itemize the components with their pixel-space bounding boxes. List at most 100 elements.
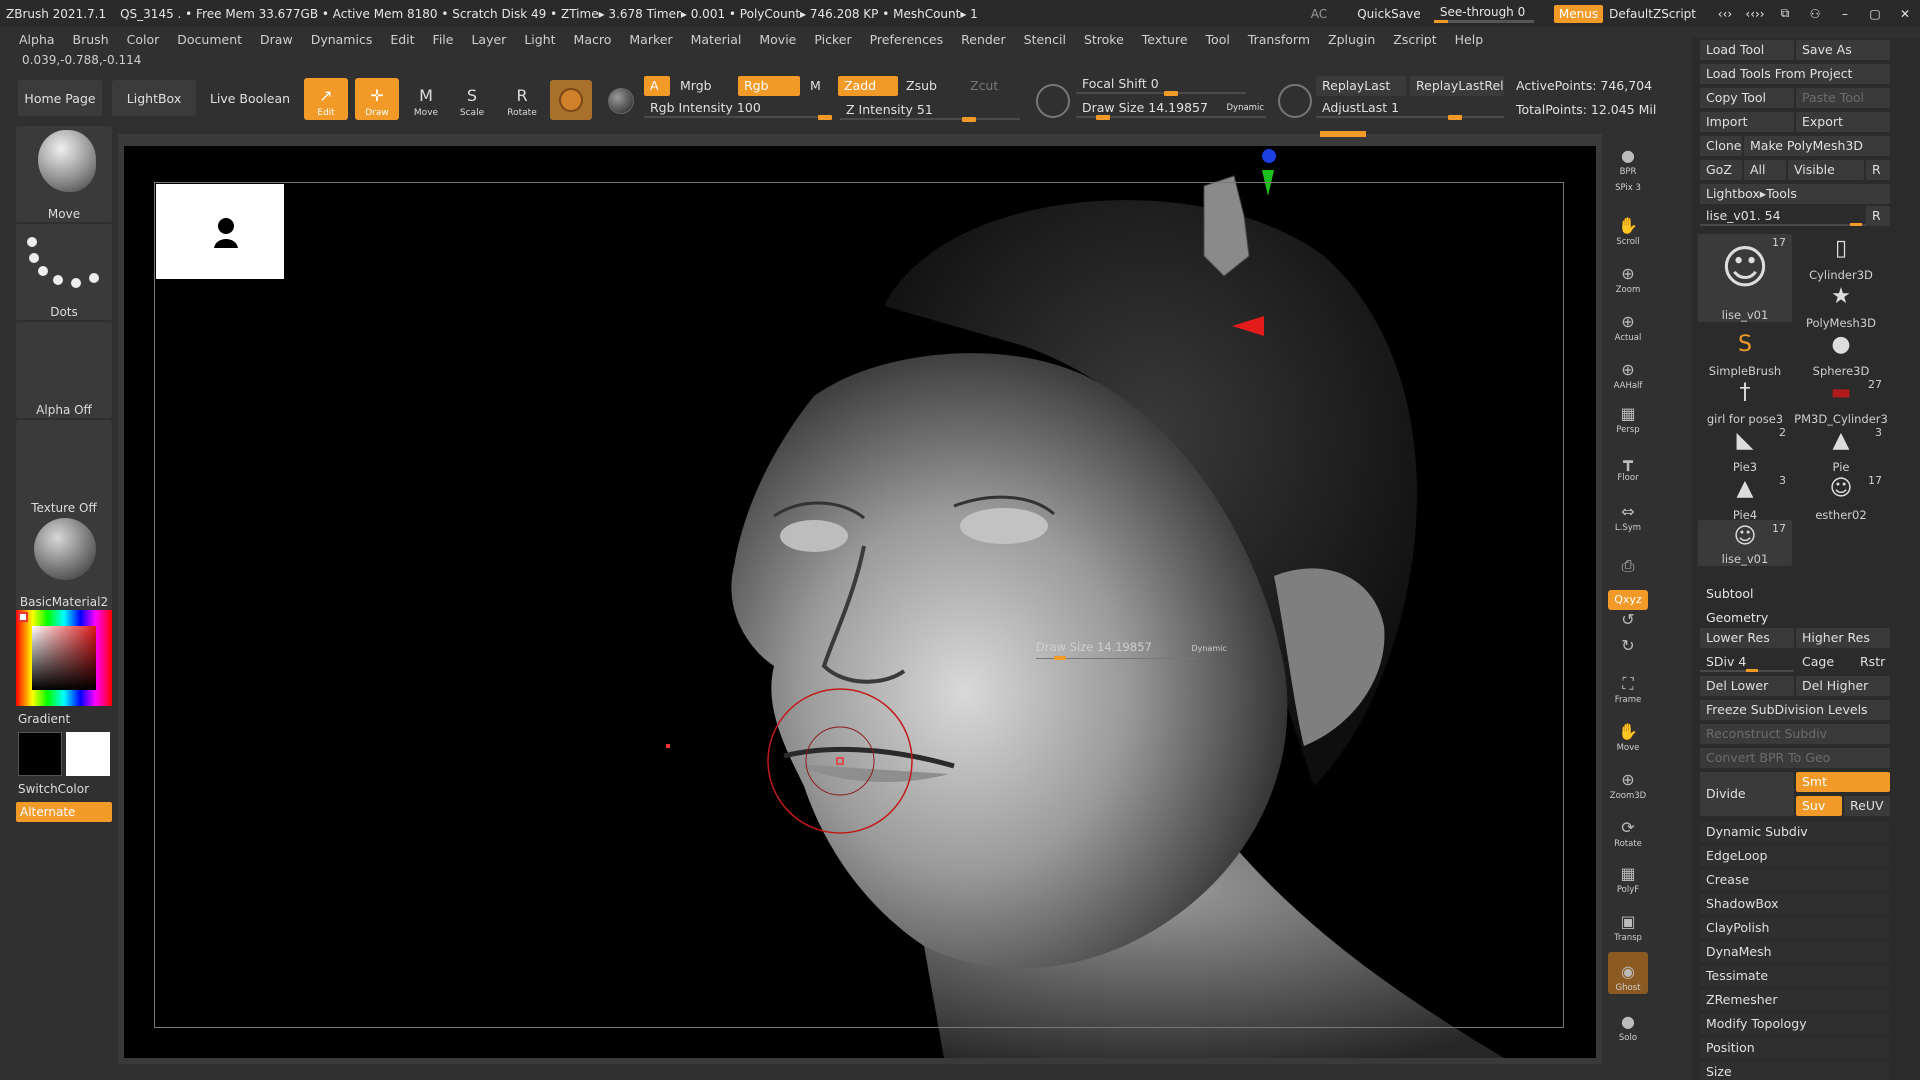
claypolish-section[interactable]: ClayPolish — [1700, 918, 1890, 938]
switch-color-button[interactable]: SwitchColor — [18, 782, 89, 796]
material-swatch-button[interactable] — [550, 80, 592, 120]
lazy-circle-icon[interactable] — [1278, 84, 1312, 118]
zcut-toggle[interactable]: Zcut — [964, 76, 1024, 96]
goz-visible-button[interactable]: Visible — [1788, 160, 1864, 180]
polyf-button[interactable]: ▦ PolyF — [1608, 854, 1648, 896]
reuv-button[interactable]: ReUV — [1844, 796, 1890, 816]
floor-button[interactable]: ┳ Floor — [1608, 442, 1648, 484]
export-button[interactable]: Export — [1796, 112, 1890, 132]
paste-tool-button[interactable]: Paste Tool — [1796, 88, 1890, 108]
current-tool-slider[interactable]: lise_v01. 54 — [1700, 206, 1866, 226]
menu-zscript[interactable]: Zscript — [1393, 32, 1436, 47]
aahalf-button[interactable]: ⊕ AAHalf — [1608, 350, 1648, 392]
lightbox-tools-button[interactable]: Lightbox▸Tools — [1700, 184, 1890, 204]
color-picker[interactable] — [16, 610, 112, 706]
solo-button[interactable]: ● Solo — [1608, 1002, 1648, 1044]
cage-button[interactable]: Cage — [1796, 652, 1852, 672]
ghost-button[interactable]: ◉ Ghost — [1608, 952, 1648, 994]
tool-item[interactable]: 3 ▲ Pie4 — [1698, 472, 1792, 522]
draw-size-slider[interactable]: Draw Size 14.19857 Dynamic — [1076, 98, 1266, 120]
freeze-subdiv-button[interactable]: Freeze SubDivision Levels — [1700, 700, 1890, 720]
navigation-thumbnail[interactable] — [156, 184, 284, 279]
menu-movie[interactable]: Movie — [759, 32, 796, 47]
menu-preferences[interactable]: Preferences — [870, 32, 944, 47]
rgb-intensity-slider[interactable]: Rgb Intensity 100 — [644, 98, 832, 120]
live-boolean-button[interactable]: Live Boolean — [206, 80, 294, 116]
tessimate-section[interactable]: Tessimate — [1700, 966, 1890, 986]
canvas-scroll-knob[interactable] — [1320, 131, 1366, 137]
position-section[interactable]: Position — [1700, 1038, 1890, 1058]
focal-shift-circle-icon[interactable] — [1036, 84, 1070, 118]
menu-layer[interactable]: Layer — [471, 32, 506, 47]
tool-item[interactable]: 2 ◣ Pie3 — [1698, 424, 1792, 474]
tool-item[interactable]: 17 ☺ esther02 — [1794, 472, 1888, 522]
menu-picker[interactable]: Picker — [814, 32, 851, 47]
tool-item[interactable]: 27 ▬ PM3D_Cylinder3 — [1794, 376, 1888, 426]
rgb-toggle[interactable]: Rgb — [738, 76, 800, 96]
make-polymesh-button[interactable]: Make PolyMesh3D — [1744, 136, 1890, 156]
move-button[interactable]: M Move — [404, 78, 448, 120]
floating-draw-size-slider[interactable]: Draw Size 14.19857 Dynamic — [1036, 640, 1227, 660]
tool-item[interactable]: S SimpleBrush — [1698, 328, 1792, 378]
maximize-icon[interactable]: ▢ — [1860, 7, 1890, 21]
ac-button[interactable]: AC — [1294, 7, 1344, 21]
color-swatch-button[interactable] — [600, 80, 642, 120]
primary-color-swatch[interactable] — [66, 732, 110, 776]
scroll-button[interactable]: ✋ Scroll — [1608, 206, 1648, 248]
modify-topology-section[interactable]: Modify Topology — [1700, 1014, 1890, 1034]
z-intensity-slider[interactable]: Z Intensity 51 — [840, 100, 1020, 122]
convert-bpr-button[interactable]: Convert BPR To Geo — [1700, 748, 1890, 768]
zremesher-section[interactable]: ZRemesher — [1700, 990, 1890, 1010]
edgeloop-section[interactable]: EdgeLoop — [1700, 846, 1890, 866]
menu-macro[interactable]: Macro — [574, 32, 612, 47]
geometry-header[interactable]: Geometry — [1706, 610, 1768, 625]
clone-button[interactable]: Clone — [1700, 136, 1742, 156]
frame-button[interactable]: ⛶ Frame — [1608, 664, 1648, 706]
rotate-cw-button[interactable]: ↻ — [1608, 628, 1648, 658]
texture-slot[interactable]: Texture Off — [16, 420, 112, 516]
zoom3d-button[interactable]: ⊕ Zoom3D — [1608, 760, 1648, 802]
tool-item[interactable]: ● Sphere3D — [1794, 328, 1888, 378]
tool-item[interactable]: 17 ☺ lise_v01 — [1698, 520, 1792, 566]
layout-prev-icon[interactable]: ‹‹› — [1710, 7, 1740, 21]
saturation-value-square[interactable] — [32, 626, 96, 690]
lower-res-button[interactable]: Lower Res — [1700, 628, 1794, 648]
focal-shift-slider[interactable]: Focal Shift 0 — [1076, 74, 1246, 96]
del-lower-button[interactable]: Del Lower — [1700, 676, 1794, 696]
menu-help[interactable]: Help — [1455, 32, 1484, 47]
stroke-slot[interactable]: Dots — [16, 224, 112, 320]
shadowbox-section[interactable]: ShadowBox — [1700, 894, 1890, 914]
replay-last-rel-button[interactable]: ReplayLastRel — [1410, 76, 1504, 96]
goz-r-button[interactable]: R — [1866, 160, 1890, 180]
subtool-header[interactable]: Subtool — [1706, 586, 1753, 601]
secondary-color-swatch[interactable] — [18, 732, 62, 776]
gradient-label[interactable]: Gradient — [18, 712, 70, 726]
suv-toggle[interactable]: Suv — [1796, 796, 1842, 816]
smt-toggle[interactable]: Smt — [1796, 772, 1890, 792]
current-tool-r-button[interactable]: R — [1866, 206, 1890, 226]
tool-item[interactable]: ★ PolyMesh3D — [1794, 280, 1888, 330]
color-swatches[interactable] — [16, 732, 112, 776]
divide-button[interactable]: Divide — [1700, 772, 1794, 816]
a-toggle[interactable]: A — [644, 76, 670, 96]
menu-marker[interactable]: Marker — [629, 32, 672, 47]
spix-slider[interactable]: SPix 3 — [1608, 176, 1648, 194]
sdiv-slider[interactable]: SDiv 4 — [1700, 652, 1794, 672]
bpr-button[interactable]: ● BPR — [1608, 136, 1648, 178]
menu-texture[interactable]: Texture — [1142, 32, 1188, 47]
del-higher-button[interactable]: Del Higher — [1796, 676, 1890, 696]
goz-all-button[interactable]: All — [1744, 160, 1786, 180]
dynamic-toggle[interactable]: Dynamic — [1227, 98, 1265, 118]
minimize-icon[interactable]: – — [1830, 7, 1860, 21]
menu-dynamics[interactable]: Dynamics — [311, 32, 373, 47]
lock-button[interactable]: ⎙ — [1608, 536, 1648, 578]
menu-render[interactable]: Render — [961, 32, 1006, 47]
zoom-button[interactable]: ⊕ Zoom — [1608, 254, 1648, 296]
lsym-button[interactable]: ⇔ L.Sym — [1608, 492, 1648, 534]
load-tool-button[interactable]: Load Tool — [1700, 40, 1794, 60]
palette-icon[interactable]: ⚇ — [1800, 7, 1830, 21]
material-slot[interactable]: BasicMaterial2 — [16, 514, 112, 610]
close-icon[interactable]: ✕ — [1890, 7, 1920, 21]
menu-zplugin[interactable]: Zplugin — [1328, 32, 1375, 47]
menu-draw[interactable]: Draw — [260, 32, 293, 47]
